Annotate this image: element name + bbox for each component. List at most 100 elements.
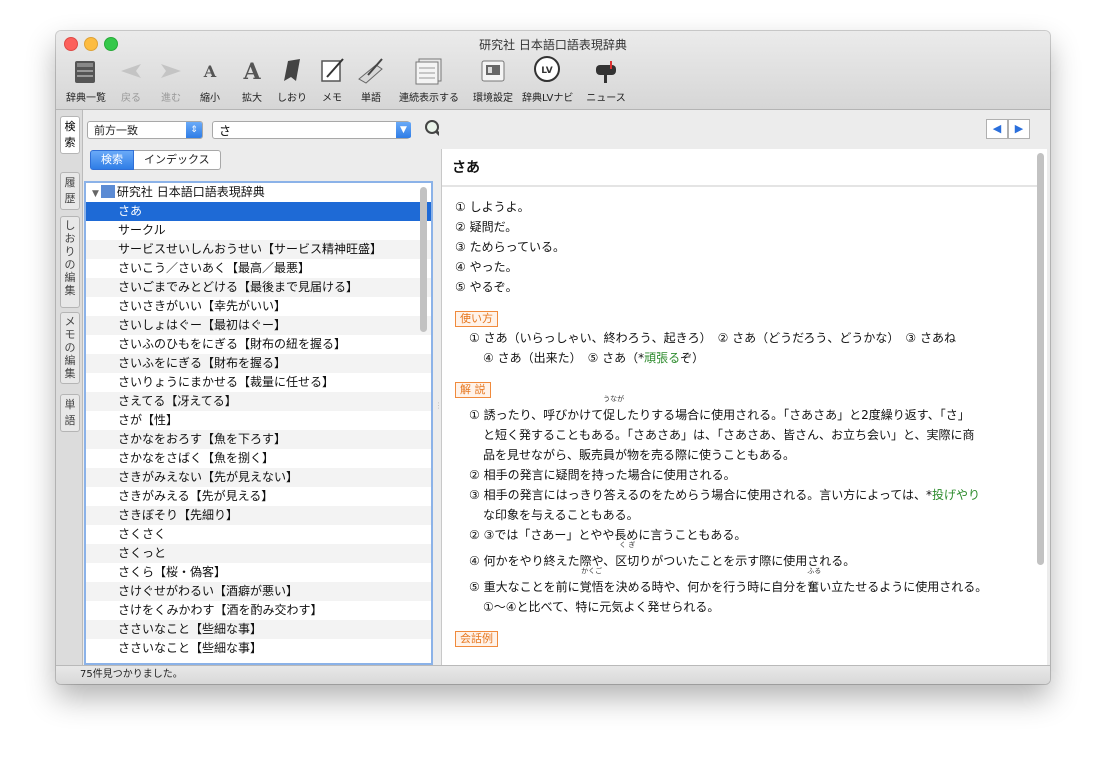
font-larger-button[interactable]: A 拡大 <box>238 55 266 104</box>
list-item[interactable]: サークル <box>86 221 431 240</box>
result-rows: さあ サークル サービスせいしんおうせい【サービス精神旺盛】 さいこう／さいあく【最高… <box>86 202 431 658</box>
lv-navi-icon: LV <box>522 55 572 89</box>
memo-icon <box>318 55 346 89</box>
link-nageyari[interactable]: 投げやり <box>932 488 980 502</box>
tab-search[interactable]: 検 索 <box>60 116 80 154</box>
font-smaller-button[interactable]: A 縮小 <box>196 55 224 104</box>
dictionary-list-button[interactable]: 辞典一覧 <box>62 55 110 104</box>
sense-5: ⑤ やるぞ。 <box>455 280 518 294</box>
tab-search-list[interactable]: 検索 <box>90 150 134 170</box>
sense-1: ① しようよ。 <box>455 200 530 214</box>
forward-arrow-icon <box>154 55 188 89</box>
back-arrow-icon <box>114 55 148 89</box>
list-item[interactable]: さけぐせがわるい【酒癖が悪い】 <box>86 582 431 601</box>
continuous-display-button[interactable]: 連続表示する <box>396 55 462 104</box>
entry-panel: ◀ ▶ さあ ① しようよ。 ② 疑問だ。 ③ ためらっている。 ④ やった。 … <box>439 110 1050 665</box>
list-item[interactable]: サービスせいしんおうせい【サービス精神旺盛】 <box>86 240 431 259</box>
app-window: 研究社 日本語口語表現辞典 辞典一覧 戻る 進む A 縮小 A 拡大 しおり メ… <box>56 31 1050 684</box>
dictionary-icon <box>100 185 115 198</box>
usage-line-2: ④ さあ（出来た） ⑤ さあ（*頑張るぞ） <box>483 351 705 365</box>
results-list[interactable]: ▼ 研究社 日本語口語表現辞典 さあ サークル サービスせいしんおうせい【サービス精神… <box>84 181 433 665</box>
list-item[interactable]: さきがみえる【先が見える】 <box>86 487 431 506</box>
explanation-2-3: ② ③では「さあー」とやや長めに言うこともある。 <box>469 528 747 542</box>
divider <box>442 185 1042 187</box>
tab-word[interactable]: 単 語 <box>60 394 80 432</box>
explanation-5: ⑤ 重大なことを前に かくご 覚悟を決める時や、何かを行う時に自分を ふる 奮い立たせる… <box>455 567 1030 597</box>
usage-line-1: ① さあ（いらっしゃい、終わろう、起きろ） ② さあ（どうだろう、どうかな） ③… <box>469 331 957 345</box>
right-arrow-icon: ▶ <box>1014 122 1024 135</box>
search-input[interactable] <box>212 121 410 139</box>
explanation-3: ③ 相手の発言にはっきり答えるのをためらう場合に使用される。言い方によっては、*… <box>469 488 981 502</box>
list-item[interactable]: ささいなこと【些細な事】 <box>86 620 431 639</box>
explanation-1-cont: と短く発することもある。「さあさあ」は、「さあさあ、皆さん、お立ち会い」と、実際… <box>483 428 975 442</box>
back-button[interactable]: 戻る <box>114 55 148 104</box>
chevron-updown-icon: ⇕ <box>186 122 202 138</box>
titlebar: 研究社 日本語口語表現辞典 辞典一覧 戻る 進む A 縮小 A 拡大 しおり メ… <box>56 31 1050 110</box>
next-entry-button[interactable]: ▶ <box>1008 119 1030 139</box>
chevron-down-icon: ▼ <box>400 125 407 135</box>
list-item[interactable]: さくさく <box>86 525 431 544</box>
tab-history[interactable]: 履 歴 <box>60 172 80 210</box>
window-title: 研究社 日本語口語表現辞典 <box>479 38 627 52</box>
search-panel: 前方一致 ⇕ ▼ 検索 インデックス ▼研究社 日本語口語表現辞典 さあサークル… <box>84 110 445 665</box>
list-item[interactable]: さきがみえない【先が見えない】 <box>86 468 431 487</box>
search-mode-tabs: 検索 インデックス <box>90 150 221 170</box>
disclosure-triangle-icon[interactable]: ▼ <box>92 189 99 199</box>
entry-navigation: ◀ ▶ <box>986 119 1030 139</box>
previous-entry-button[interactable]: ◀ <box>986 119 1008 139</box>
results-scrollbar[interactable] <box>420 187 427 332</box>
list-item[interactable]: さくっと <box>86 544 431 563</box>
explanation-5-cont: ①～④と比べて、特に元気よく発せられる。 <box>483 600 720 614</box>
explanation-2: ② 相手の発言に疑問を持った場合に使用される。 <box>469 468 736 482</box>
list-item[interactable]: さあ <box>86 202 431 221</box>
explanation-3-cont: な印象を与えることもある。 <box>483 508 639 522</box>
list-item[interactable]: ささいなこと【些細な事】 <box>86 639 431 658</box>
left-arrow-icon: ◀ <box>992 122 1002 135</box>
explanation-tag: 解 説 <box>455 382 491 398</box>
list-item[interactable]: さえてる【冴えてる】 <box>86 392 431 411</box>
continuous-display-icon <box>396 55 462 89</box>
tab-bookmark-edit[interactable]: しおりの編集 <box>60 216 80 308</box>
sense-3: ③ ためらっている。 <box>455 240 565 254</box>
dialogue-example-tag: 会話例 <box>455 631 498 647</box>
word-icon <box>356 55 386 89</box>
list-item[interactable]: さが【性】 <box>86 411 431 430</box>
side-tab-bar: 検 索 履 歴 しおりの編集 メモの編集 単 語 <box>56 110 83 665</box>
news-mailbox-icon <box>582 55 630 89</box>
forward-button[interactable]: 進む <box>154 55 188 104</box>
ruby-text: く ぎ区切 <box>615 541 640 568</box>
bookmark-button[interactable]: しおり <box>274 55 310 104</box>
list-item[interactable]: さいこう／さいあく【最高／最悪】 <box>86 259 431 278</box>
entry-body: ① しようよ。 ② 疑問だ。 ③ ためらっている。 ④ やった。 ⑤ やるぞ。 … <box>455 197 1030 648</box>
list-item[interactable]: さかなをさばく【魚を捌く】 <box>86 449 431 468</box>
list-item[interactable]: さいごまでみとどける【最後まで見届ける】 <box>86 278 431 297</box>
list-item[interactable]: さけをくみかわす【酒を酌み交わす】 <box>86 601 431 620</box>
entry-content: さあ ① しようよ。 ② 疑問だ。 ③ ためらっている。 ④ やった。 ⑤ やる… <box>441 149 1047 665</box>
news-button[interactable]: ニュース <box>582 55 630 104</box>
list-item[interactable]: さきぼそり【先細り】 <box>86 506 431 525</box>
word-button[interactable]: 単語 <box>356 55 386 104</box>
search-history-dropdown[interactable]: ▼ <box>396 122 411 138</box>
list-item[interactable]: さいりょうにまかせる【裁量に任せる】 <box>86 373 431 392</box>
entry-scrollbar[interactable] <box>1037 153 1044 565</box>
list-item[interactable]: さいさきがいい【幸先がいい】 <box>86 297 431 316</box>
memo-button[interactable]: メモ <box>318 55 346 104</box>
explanation-4: ④ 何かをやり終えた際や、く ぎ区切りがついたことを示す際に使用される。 <box>455 541 1030 571</box>
list-item[interactable]: さかなをおろす【魚を下ろす】 <box>86 430 431 449</box>
list-item[interactable]: さいしょはぐー【最初はぐー】 <box>86 316 431 335</box>
lv-navi-button[interactable]: LV 辞典LVナビ <box>522 55 573 104</box>
font-larger-icon: A <box>243 59 261 85</box>
explanation-1-cont2: 品を見せながら、販売員が物を売る際に使うこともある。 <box>483 448 796 462</box>
list-item[interactable]: さいふのひもをにぎる【財布の紐を握る】 <box>86 335 431 354</box>
list-item[interactable]: さいふをにぎる【財布を握る】 <box>86 354 431 373</box>
bookmark-icon <box>274 55 310 89</box>
sense-2: ② 疑問だ。 <box>455 220 518 234</box>
list-item[interactable]: さくら【桜・偽客】 <box>86 563 431 582</box>
entry-headword: さあ <box>452 160 480 176</box>
tree-root[interactable]: ▼ 研究社 日本語口語表現辞典 <box>86 183 431 202</box>
tab-index[interactable]: インデックス <box>134 150 221 170</box>
match-mode-select[interactable]: 前方一致 ⇕ <box>87 121 203 139</box>
link-ganbaru[interactable]: 頑張る <box>644 351 680 365</box>
preferences-button[interactable]: 環境設定 <box>472 55 514 104</box>
tab-memo-edit[interactable]: メモの編集 <box>60 312 80 384</box>
